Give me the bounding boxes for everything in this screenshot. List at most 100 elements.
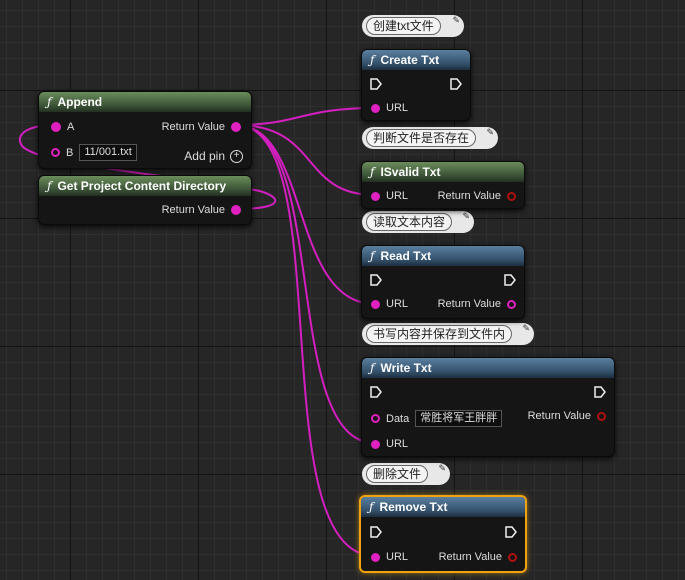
write-data-field[interactable]: 常胜将军王胖胖 xyxy=(415,410,503,427)
isvalid-return-row: Return Value xyxy=(432,190,516,202)
read-return-row: Return Value xyxy=(432,298,516,310)
create-url-pin[interactable] xyxy=(371,103,380,113)
isvalid-txt-header[interactable]: ƒ ISvalid Txt xyxy=(362,162,524,182)
append-return-row: Return Value xyxy=(156,121,241,133)
read-return-pin[interactable] xyxy=(507,299,516,309)
isvalid-return-label: Return Value xyxy=(437,190,501,202)
comment-text-create: 创建txt文件 xyxy=(366,17,441,35)
append-node[interactable]: ƒ Append A B 11/001.txt Return Value Add… xyxy=(38,91,252,169)
read-url-label: URL xyxy=(386,298,409,310)
write-data-label: Data xyxy=(386,412,410,425)
write-txt-header[interactable]: ƒ Write Txt xyxy=(362,358,614,378)
pushpin-icon[interactable]: ✎ xyxy=(452,15,460,25)
wire-append-to-read-url xyxy=(235,124,376,305)
create-url-label: URL xyxy=(386,102,409,114)
exec-in-icon[interactable] xyxy=(370,386,382,398)
write-data-row: Data 常胜将军王胖胖 xyxy=(371,410,503,427)
remove-txt-title: Remove Txt xyxy=(379,500,448,514)
append-node-title: Append xyxy=(57,95,103,109)
exec-out-icon[interactable] xyxy=(504,274,516,286)
write-txt-node[interactable]: ƒ Write Txt Data 常胜将军王胖胖 Return Value UR… xyxy=(361,357,615,457)
write-url-label: URL xyxy=(386,438,409,450)
isvalid-url-pin[interactable] xyxy=(371,191,380,201)
comment-text-read: 读取文本内容 xyxy=(366,213,453,231)
write-url-pin[interactable] xyxy=(371,439,380,449)
wire-append-to-isvalid-url xyxy=(235,124,376,196)
isvalid-return-pin[interactable] xyxy=(507,191,516,201)
create-txt-title: Create Txt xyxy=(380,53,440,67)
comment-text-remove: 删除文件 xyxy=(366,465,429,483)
comment-text-write: 书写内容并保存到文件内 xyxy=(366,325,513,343)
read-url-pin[interactable] xyxy=(371,299,380,309)
append-pin-a[interactable] xyxy=(51,122,61,132)
project-dir-node[interactable]: ƒ Get Project Content Directory Return V… xyxy=(38,175,252,225)
comment-bubble-create[interactable]: 创建txt文件 ✎ xyxy=(362,15,464,37)
exec-in-icon[interactable] xyxy=(370,526,382,538)
isvalid-txt-title: ISvalid Txt xyxy=(380,165,441,179)
pushpin-icon[interactable]: ✎ xyxy=(522,323,530,333)
pushpin-icon[interactable]: ✎ xyxy=(462,211,470,221)
add-pin-button[interactable]: Add pin + xyxy=(184,149,243,163)
remove-txt-header[interactable]: ƒ Remove Txt xyxy=(361,497,525,517)
write-txt-title: Write Txt xyxy=(380,361,432,375)
comment-bubble-read[interactable]: 读取文本内容 ✎ xyxy=(362,211,474,233)
comment-bubble-isvalid[interactable]: 判断文件是否存在 ✎ xyxy=(362,127,498,149)
function-icon: ƒ xyxy=(370,361,375,375)
remove-url-pin[interactable] xyxy=(371,552,380,562)
isvalid-url-row: URL xyxy=(371,190,414,202)
function-icon: ƒ xyxy=(370,165,375,179)
read-txt-title: Read Txt xyxy=(380,249,432,263)
append-pin-b[interactable] xyxy=(51,148,60,157)
exec-out-icon[interactable] xyxy=(594,386,606,398)
append-pin-b-row: B 11/001.txt xyxy=(51,144,137,161)
remove-return-pin[interactable] xyxy=(508,552,517,562)
write-return-row: Return Value xyxy=(522,410,606,422)
append-pin-a-row: A xyxy=(51,121,80,133)
isvalid-txt-node[interactable]: ƒ ISvalid Txt URL Return Value xyxy=(361,161,525,209)
remove-txt-node[interactable]: ƒ Remove Txt URL Return Value xyxy=(359,495,527,573)
pushpin-icon[interactable]: ✎ xyxy=(486,127,494,137)
comment-bubble-remove[interactable]: 删除文件 ✎ xyxy=(362,463,450,485)
project-dir-node-header[interactable]: ƒ Get Project Content Directory xyxy=(39,176,251,196)
exec-in-icon[interactable] xyxy=(370,274,382,286)
function-icon: ƒ xyxy=(370,249,375,263)
project-dir-return-pin[interactable] xyxy=(231,205,241,215)
function-icon: ƒ xyxy=(47,179,52,193)
wire-append-to-write-url xyxy=(235,124,376,444)
create-url-row: URL xyxy=(371,102,414,114)
read-txt-node[interactable]: ƒ Read Txt URL Return Value xyxy=(361,245,525,319)
append-pin-b-label: B xyxy=(66,146,74,159)
remove-return-label: Return Value xyxy=(438,551,502,563)
function-icon: ƒ xyxy=(370,53,375,67)
function-icon: ƒ xyxy=(369,500,374,514)
create-txt-node[interactable]: ƒ Create Txt URL xyxy=(361,49,471,121)
wire-layer xyxy=(18,107,376,557)
remove-return-row: Return Value xyxy=(433,551,517,563)
read-return-label: Return Value xyxy=(437,298,501,310)
write-return-label: Return Value xyxy=(527,410,591,422)
write-return-pin[interactable] xyxy=(597,411,606,421)
pushpin-icon[interactable]: ✎ xyxy=(438,463,446,473)
append-return-pin[interactable] xyxy=(231,122,241,132)
append-pin-a-label: A xyxy=(67,121,75,133)
wire-append-to-create-url xyxy=(235,107,376,126)
read-txt-header[interactable]: ƒ Read Txt xyxy=(362,246,524,266)
create-txt-header[interactable]: ƒ Create Txt xyxy=(362,50,470,70)
project-dir-return-label: Return Value xyxy=(161,204,225,216)
exec-out-icon[interactable] xyxy=(505,526,517,538)
write-url-row: URL xyxy=(371,438,414,450)
append-pin-b-field[interactable]: 11/001.txt xyxy=(79,144,137,161)
project-dir-node-title: Get Project Content Directory xyxy=(57,179,227,193)
write-data-pin[interactable] xyxy=(371,414,380,423)
comment-bubble-write[interactable]: 书写内容并保存到文件内 ✎ xyxy=(362,323,534,345)
exec-in-icon[interactable] xyxy=(370,78,382,90)
append-node-header[interactable]: ƒ Append xyxy=(39,92,251,112)
remove-url-label: URL xyxy=(386,551,409,563)
project-dir-return-row: Return Value xyxy=(156,204,241,216)
read-url-row: URL xyxy=(371,298,414,310)
function-icon: ƒ xyxy=(47,95,52,109)
add-pin-label: Add pin xyxy=(184,149,225,163)
exec-out-icon[interactable] xyxy=(450,78,462,90)
comment-text-isvalid: 判断文件是否存在 xyxy=(366,129,477,147)
wire-append-to-remove-url xyxy=(235,124,376,557)
